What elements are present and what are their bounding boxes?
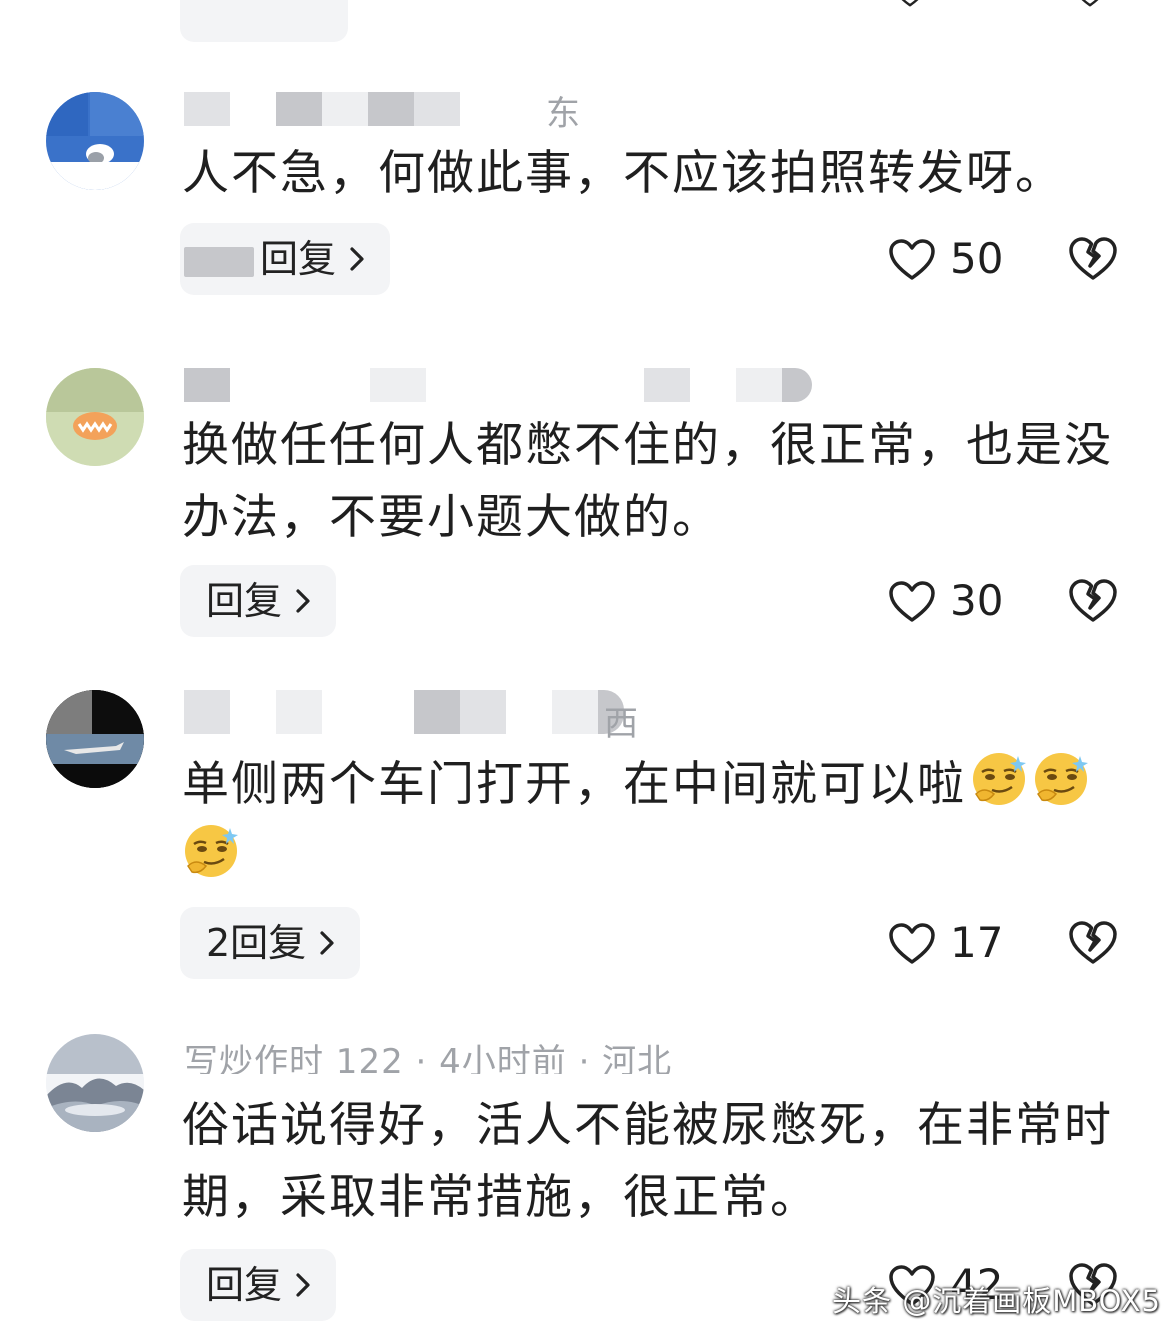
comment-text: 人不急，何做此事，不应该拍照转发呀。 [182, 146, 1064, 201]
heart-icon[interactable] [888, 922, 936, 966]
reply-button[interactable]: 回复 [180, 1249, 337, 1321]
reply-label: 回复 [260, 237, 337, 281]
reply-button[interactable]: 2回复 [180, 907, 361, 979]
reply-label: 回复 [206, 1263, 283, 1307]
comment-text: 俗话说得好，活人不能被尿憋死，在非常时期，采取非常措施，很正常。 [182, 1098, 1113, 1225]
blurred-meta [552, 690, 598, 734]
blurred-meta [782, 368, 812, 402]
broken-heart-icon[interactable] [1068, 920, 1118, 966]
comment-meta: 西 [604, 704, 639, 744]
chevron-right-icon [320, 931, 334, 955]
watermark-text: 头条 @沉着画板MBOX5 [832, 1284, 1161, 1318]
like-count: 17 [950, 918, 1004, 967]
heart-icon[interactable] [890, 0, 930, 8]
broken-heart-icon[interactable] [1068, 578, 1118, 624]
reply-button[interactable]: 回复 [180, 223, 391, 295]
broken-heart-icon[interactable] [1068, 236, 1118, 282]
blurred-meta [322, 92, 368, 126]
blurred-username [184, 690, 230, 734]
chevron-right-icon [296, 589, 310, 613]
blurred-meta [644, 368, 690, 402]
like-count: 50 [950, 234, 1004, 283]
blurred-meta [414, 92, 460, 126]
smirk-emoji [185, 825, 238, 877]
avatar[interactable] [46, 92, 144, 190]
comment-text: 单侧两个车门打开，在中间就可以啦 [182, 749, 1122, 893]
like-count: 30 [950, 576, 1004, 625]
blurred-username [184, 92, 230, 126]
blurred-meta [414, 690, 460, 734]
blurred-meta [370, 368, 426, 402]
reply-button[interactable]: 回复 [180, 565, 337, 637]
chevron-right-icon [350, 247, 364, 271]
comment-text-body: 单侧两个车门打开，在中间就可以啦 [182, 757, 966, 812]
blurred-meta [368, 92, 414, 126]
reply-label: 2回复 [206, 921, 307, 965]
reply-button-previous[interactable] [180, 0, 348, 42]
blurred-username [184, 368, 230, 402]
comment-meta: 写炒作时 122 · 4小时前 · 河北 [184, 1042, 673, 1074]
smirk-emoji [973, 753, 1026, 805]
blurred-meta [460, 690, 506, 734]
chevron-right-icon [296, 1273, 310, 1297]
avatar[interactable] [46, 1034, 144, 1132]
blurred-username [276, 690, 322, 734]
heart-icon[interactable] [888, 580, 936, 624]
comment-text: 换做任任何人都憋不住的，很正常，也是没办法，不要小题大做的。 [182, 418, 1113, 545]
blurred-reply-count [184, 247, 254, 277]
avatar[interactable] [46, 368, 144, 466]
blurred-meta [736, 368, 782, 402]
avatar[interactable] [46, 690, 144, 788]
smirk-emoji [1035, 753, 1088, 805]
blurred-username [276, 92, 322, 126]
heart-icon[interactable] [888, 238, 936, 282]
comment-meta: 东 [546, 94, 581, 134]
reply-label: 回复 [206, 579, 283, 623]
broken-heart-icon[interactable] [1070, 0, 1110, 8]
